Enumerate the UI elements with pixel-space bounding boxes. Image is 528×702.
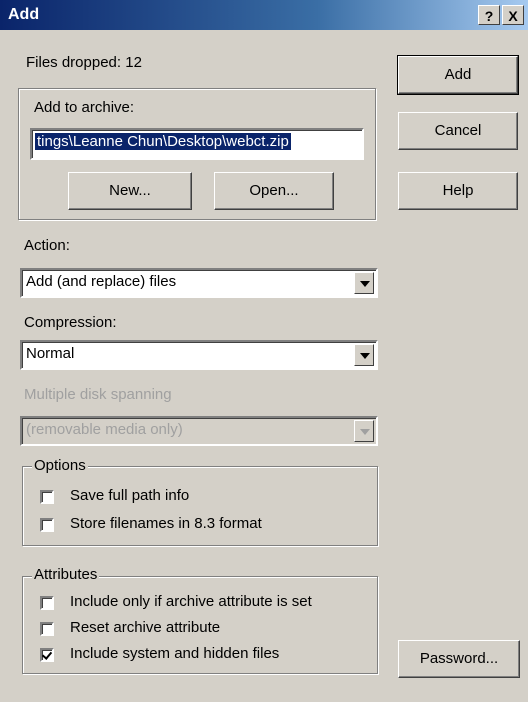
store-8-3-checkbox[interactable] (40, 518, 54, 532)
compression-select[interactable]: Normal (20, 340, 378, 370)
help-title-button[interactable]: ? (478, 5, 500, 25)
chevron-down-icon[interactable] (354, 344, 374, 366)
store-8-3-label: Store filenames in 8.3 format (70, 515, 262, 532)
system-hidden-checkbox[interactable] (40, 648, 54, 662)
archive-attribute-label: Include only if archive attribute is set (70, 593, 312, 610)
chevron-down-icon (354, 420, 374, 442)
new-button[interactable]: New... (68, 172, 192, 210)
archive-path-input[interactable]: tings\Leanne Chun\Desktop\webct.zip (30, 128, 364, 160)
window-title: Add (8, 6, 40, 23)
action-value: Add (and replace) files (26, 273, 177, 290)
password-button[interactable]: Password... (398, 640, 520, 678)
spanning-label: Multiple disk spanning (24, 386, 172, 403)
files-dropped-label: Files dropped: 12 (26, 54, 142, 71)
action-label: Action: (24, 237, 70, 254)
spanning-value: (removable media only) (26, 421, 183, 438)
action-select[interactable]: Add (and replace) files (20, 268, 378, 298)
options-label: Options (32, 457, 88, 474)
cancel-button[interactable]: Cancel (398, 112, 518, 150)
spanning-select: (removable media only) (20, 416, 378, 446)
save-full-path-label: Save full path info (70, 487, 190, 504)
reset-archive-checkbox[interactable] (40, 622, 54, 636)
add-to-archive-label: Add to archive: (34, 99, 135, 116)
title-bar: Add ? X (0, 0, 528, 30)
compression-value: Normal (26, 345, 75, 362)
options-group (22, 466, 378, 546)
archive-attribute-checkbox[interactable] (40, 596, 54, 610)
archive-path-value: tings\Leanne Chun\Desktop\webct.zip (35, 133, 291, 150)
open-button[interactable]: Open... (214, 172, 334, 210)
attributes-label: Attributes (32, 566, 100, 583)
chevron-down-icon[interactable] (354, 272, 374, 294)
save-full-path-checkbox[interactable] (40, 490, 54, 504)
compression-label: Compression: (24, 314, 117, 331)
reset-archive-label: Reset archive attribute (70, 619, 221, 636)
system-hidden-label: Include system and hidden files (70, 645, 280, 662)
help-button[interactable]: Help (398, 172, 518, 210)
close-button[interactable]: X (502, 5, 524, 25)
add-button[interactable]: Add (397, 55, 519, 95)
